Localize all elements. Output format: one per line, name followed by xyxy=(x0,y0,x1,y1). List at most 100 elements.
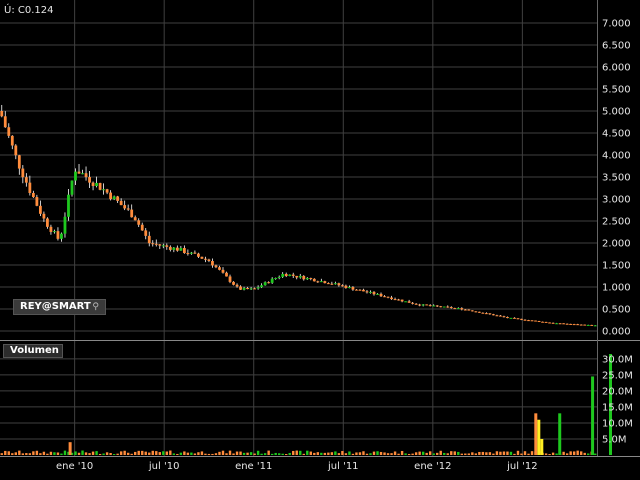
y-tick-label: 2.500 xyxy=(602,217,631,228)
volume-bar xyxy=(112,454,116,455)
magnifier-icon[interactable]: ⚲ xyxy=(92,300,99,314)
candle-body xyxy=(309,278,313,280)
volume-bar xyxy=(467,453,471,455)
volume-bar xyxy=(295,450,298,455)
volume-bar xyxy=(116,453,119,455)
vol-tick-label: 25.0M xyxy=(602,370,633,381)
candle-body xyxy=(326,283,330,285)
candle-body xyxy=(333,283,337,285)
candle-body xyxy=(565,323,569,325)
volume-bar xyxy=(228,450,232,455)
candle-body xyxy=(281,273,285,277)
volume-bar xyxy=(200,451,204,455)
volume-bar xyxy=(594,453,597,455)
candle-body xyxy=(270,278,274,283)
candle-body xyxy=(520,318,523,320)
volume-bar xyxy=(400,450,404,455)
x-tick-label: ene '12 xyxy=(414,461,451,472)
candle-body xyxy=(586,324,590,326)
volume-bar xyxy=(285,454,288,455)
candle-body xyxy=(7,127,11,136)
volume-bar xyxy=(330,452,334,455)
candle-body xyxy=(179,248,183,251)
volume-bar xyxy=(362,451,365,455)
volume-bar xyxy=(242,452,246,455)
volume-bar xyxy=(172,453,176,455)
volume-bar xyxy=(471,452,474,455)
candle-body xyxy=(242,288,246,290)
candle-body xyxy=(418,304,422,306)
candle-body xyxy=(383,296,386,298)
volume-bar xyxy=(46,453,49,455)
volume-bar xyxy=(414,452,418,455)
volume-bar xyxy=(439,450,442,455)
y-tick-label: 7.000 xyxy=(602,19,631,30)
volume-bar xyxy=(88,453,91,455)
candle-body xyxy=(386,296,390,298)
symbol-badge[interactable]: REY@SMART ⚲ xyxy=(13,299,106,315)
volume-bar xyxy=(488,452,492,455)
candle-body xyxy=(579,324,583,326)
volume-bar xyxy=(249,452,253,455)
candle-body xyxy=(428,305,432,307)
candle-body xyxy=(442,306,446,308)
candle-body xyxy=(165,245,169,247)
volume-bar xyxy=(274,452,277,455)
candle-body xyxy=(435,305,439,307)
candle-body xyxy=(516,318,520,320)
candle-body xyxy=(133,217,137,221)
volume-bar xyxy=(4,450,7,455)
candle-body xyxy=(379,293,383,297)
y-tick-label: 4.500 xyxy=(602,129,631,140)
volume-bar xyxy=(165,451,169,455)
candle-body xyxy=(235,284,239,287)
candle-body xyxy=(186,253,190,255)
candle-body xyxy=(330,283,334,285)
candle-body xyxy=(256,287,260,289)
candle-body xyxy=(492,314,495,316)
candle-body xyxy=(369,291,372,293)
volume-bar xyxy=(306,450,309,455)
candle-body xyxy=(109,192,113,200)
candle-body xyxy=(147,235,151,244)
volume-bar xyxy=(313,452,316,455)
volume-bar xyxy=(302,453,305,455)
volume-bar xyxy=(569,451,572,455)
candle-body xyxy=(126,208,130,210)
candle-body xyxy=(351,287,355,290)
volume-bar xyxy=(358,452,362,455)
candle-body xyxy=(390,297,393,300)
volume-bar xyxy=(60,453,63,455)
candle-body xyxy=(228,276,232,282)
volume-bar xyxy=(134,451,137,455)
volume-bar xyxy=(21,453,25,455)
volume-bar xyxy=(98,453,102,455)
volume-bar xyxy=(102,453,105,455)
volume-bar xyxy=(277,453,281,455)
candle-body xyxy=(91,182,95,187)
volume-bar xyxy=(411,453,414,455)
candle-body xyxy=(193,252,197,254)
volume-bar xyxy=(148,452,151,455)
x-tick-label: jul '12 xyxy=(506,461,538,472)
candle-body xyxy=(425,304,429,306)
candle-body xyxy=(481,312,485,314)
candle-body xyxy=(260,285,264,288)
volume-bar xyxy=(28,453,32,455)
candle-body xyxy=(225,272,228,277)
candle-body xyxy=(119,200,123,206)
volume-bar xyxy=(436,452,439,455)
volume-bar xyxy=(260,453,263,455)
axis-labels: 0.000 0.500 1.000 1.500 2.000 2.500 3.000 3.500… xyxy=(56,19,633,473)
volume-bar xyxy=(516,450,520,455)
candle-body xyxy=(274,277,278,279)
candle-body xyxy=(74,171,77,181)
candle-body xyxy=(365,291,369,293)
candle-body xyxy=(144,230,148,236)
candle-body xyxy=(551,322,555,324)
volume-bar xyxy=(478,451,481,455)
volume-bar xyxy=(151,450,154,455)
y-tick-label: 3.000 xyxy=(602,195,631,206)
volume-bar xyxy=(355,452,358,455)
volume-bar xyxy=(74,451,77,455)
